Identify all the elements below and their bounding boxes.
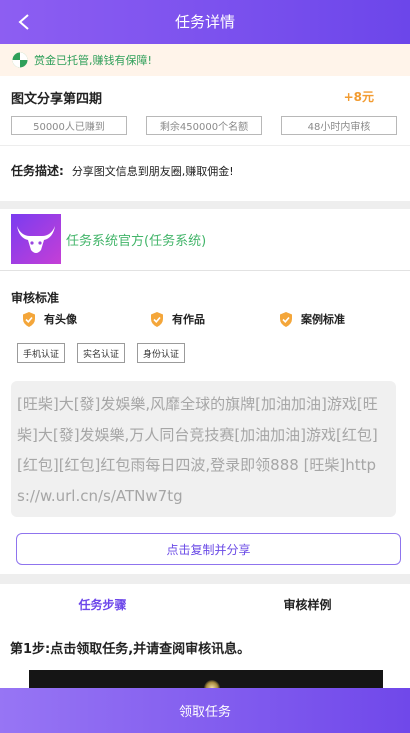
page-title: 任务详情	[174, 13, 235, 31]
standard-label: 有作品	[172, 313, 205, 326]
claim-task-button[interactable]: 领取任务	[0, 688, 410, 733]
standard-item: 有头像	[22, 311, 77, 327]
standard-item: 有作品	[150, 311, 205, 327]
bull-logo-icon	[17, 226, 55, 253]
tag-review-time: 48小时内审核	[281, 116, 397, 135]
cert-identity: 身份认证	[137, 343, 186, 363]
publisher-name[interactable]: 任务系统官方(任务系统)	[66, 230, 206, 249]
step-1-text: 第1步:点击领取任务,并请查阅审核讯息。	[10, 642, 251, 657]
tab-task-steps[interactable]: 任务步骤	[0, 584, 205, 624]
cert-realname: 实名认证	[77, 343, 126, 363]
divider	[0, 145, 410, 146]
review-standard-card: 审核标准 有头像 有作品 案例标准 手机认证 实名认证 身份认证 [旺柴]大[發…	[0, 271, 410, 574]
tab-bar: 任务步骤 审核样例	[0, 584, 410, 624]
badge-check-icon	[23, 311, 35, 327]
publisher-card[interactable]: 任务系统官方(任务系统)	[0, 209, 410, 271]
standard-label: 案例标准	[301, 313, 345, 326]
tag-earned: 50000人已赚到	[11, 116, 127, 135]
tag-remaining: 剩余450000个名额	[146, 116, 262, 135]
standard-label: 有头像	[44, 313, 77, 326]
certification-list: 手机认证 实名认证 身份认证	[17, 343, 186, 363]
standard-item: 案例标准	[279, 311, 345, 327]
task-name: 图文分享第四期	[11, 92, 103, 107]
header: 任务详情	[0, 0, 410, 44]
share-copy-text: [旺柴]大[發]发娛樂,风靡全球的旗牌[加油加油]游戏[旺柴]大[發]发娛樂,万…	[11, 381, 396, 517]
cert-phone: 手机认证	[17, 343, 66, 363]
shield-check-icon	[12, 52, 28, 68]
task-reward: +8元	[343, 90, 374, 104]
publisher-avatar	[11, 214, 61, 264]
task-tags: 50000人已赚到 剩余450000个名额 48小时内审核	[11, 116, 397, 135]
badge-check-icon	[280, 311, 292, 327]
description-label: 任务描述:	[11, 164, 64, 178]
review-title: 审核标准	[11, 291, 60, 305]
guarantee-notice: 赏金已托管,赚钱有保障!	[0, 44, 410, 76]
notice-text: 赏金已托管,赚钱有保障!	[34, 54, 152, 67]
task-info-card: 图文分享第四期 +8元 50000人已赚到 剩余450000个名额 48小时内审…	[0, 76, 410, 201]
task-description: 任务描述: 分享图文信息到朋友圈,赚取佣金!	[11, 162, 234, 179]
copy-share-button[interactable]: 点击复制并分享	[16, 533, 401, 565]
description-text: 分享图文信息到朋友圈,赚取佣金!	[71, 165, 234, 178]
badge-check-icon	[151, 311, 163, 327]
tab-review-examples[interactable]: 审核样例	[205, 584, 410, 624]
